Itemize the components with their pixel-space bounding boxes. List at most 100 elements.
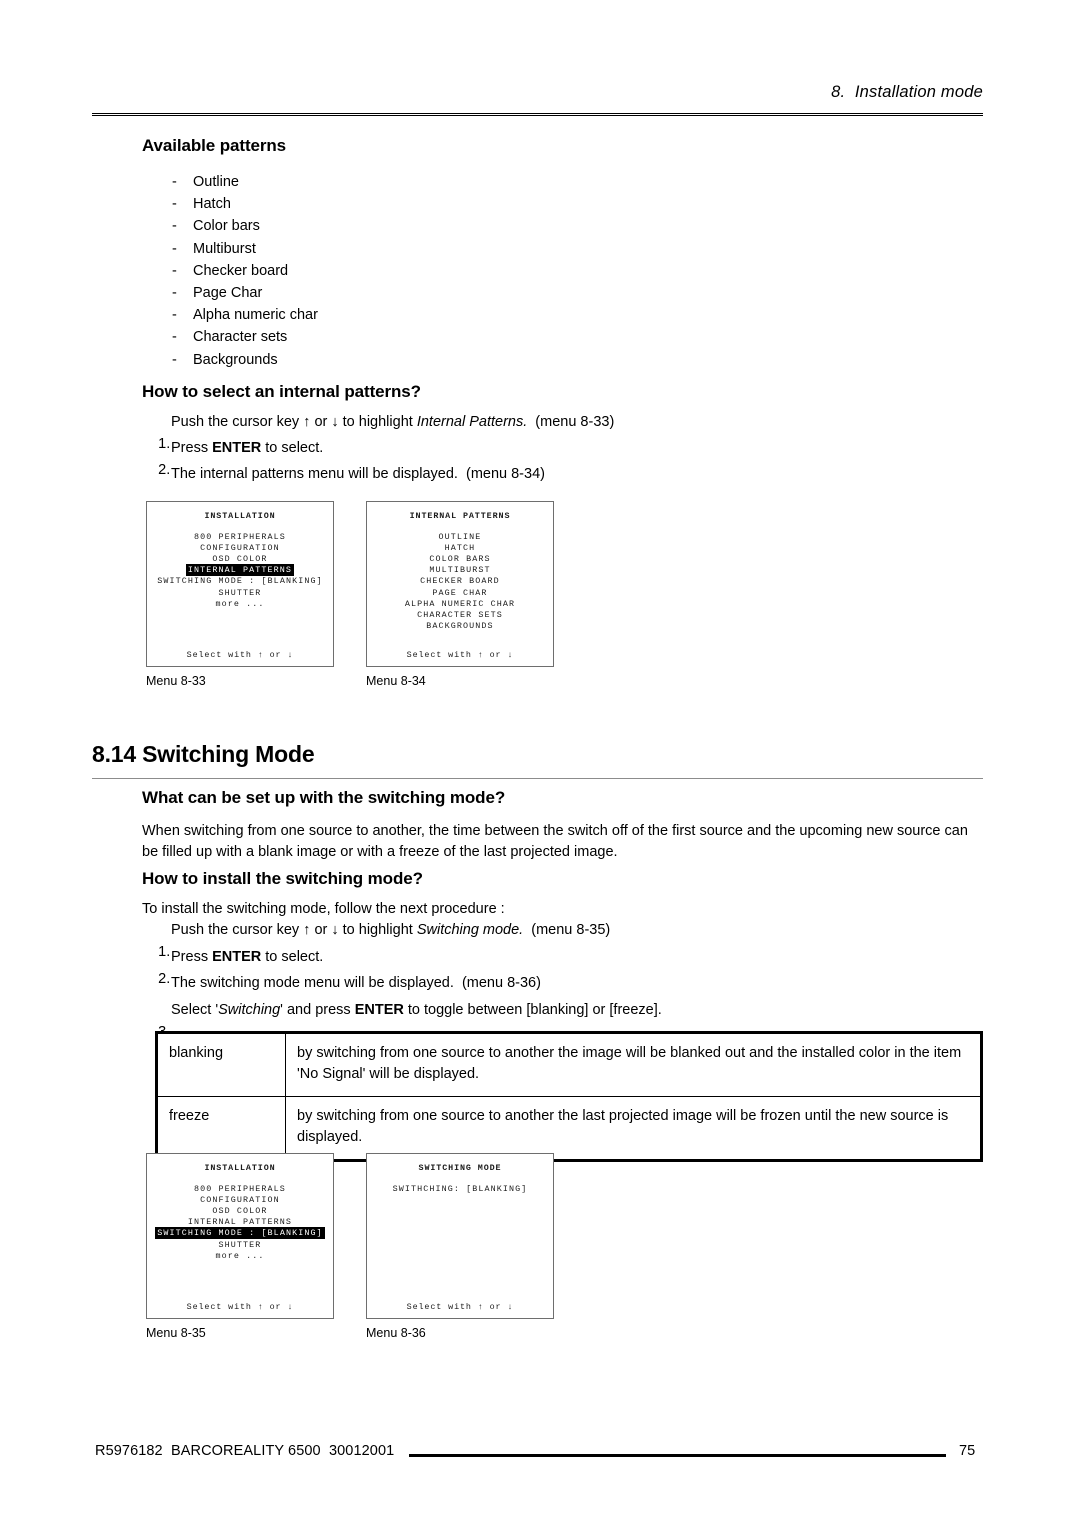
osd-menu-8-33-footer: Select with ↑ or ↓ then <ENTER> <EXIT> t… [147, 627, 333, 666]
install-step-3-text-c: to toggle between [blanking] or [freeze]… [403, 1002, 662, 1018]
osd-menu-item[interactable]: COLOR BARS [367, 554, 553, 565]
osd-menu-8-33-title: INSTALLATION [204, 511, 276, 521]
list-dash-icon: - [172, 196, 177, 213]
osd-menu-item[interactable]: SHUTTER [147, 1240, 333, 1251]
select-step-1-text-a: Push the cursor key ↑ or ↓ to highlight [171, 414, 417, 430]
osd-menu-8-36-title: SWITCHING MODE [418, 1163, 502, 1173]
list-dash-icon: - [172, 218, 177, 235]
osd-menu-item[interactable]: SHUTTER [147, 588, 333, 599]
available-pattern-label: Multiburst [193, 240, 256, 257]
mode-name-cell: freeze [157, 1096, 286, 1160]
mode-description-cell: by switching from one source to another … [285, 1096, 981, 1160]
available-pattern-label: Character sets [193, 329, 288, 346]
install-step-1-emphasis: Switching mode. [416, 922, 524, 938]
document-page: 8. Installation mode Available patterns … [0, 0, 1080, 1528]
osd-menu-item[interactable]: CONFIGURATION [147, 1195, 333, 1206]
switching-mode-table: blanking by switching from one source to … [155, 1031, 983, 1162]
heading-how-to-install-switching-mode: How to install the switching mode? [142, 869, 423, 888]
osd-menu-item-label: SWITCHING MODE : [BLANKING] [155, 1227, 325, 1240]
select-step-1-number: 1. [158, 436, 171, 452]
select-step-2-text: Press ENTER to select. [171, 437, 323, 459]
install-step-1-text-b: (menu 8-35) [523, 922, 611, 938]
osd-menu-item[interactable]: 800 PERIPHERALS [147, 532, 333, 543]
install-step-1-text: Push the cursor key ↑ or ↓ to highlight … [171, 919, 610, 941]
select-step-2-note: The internal patterns menu will be displ… [171, 466, 545, 482]
heading-what-can-be-set-up: What can be set up with the switching mo… [142, 788, 506, 807]
caption-menu-8-35: Menu 8-35 [146, 1326, 206, 1340]
osd-menu-item[interactable]: 800 PERIPHERALS [147, 1184, 333, 1195]
osd-menu-item[interactable]: OUTLINE [367, 532, 553, 543]
select-step-2-number: 2. [158, 462, 171, 478]
osd-menu-item-label: HATCH [444, 543, 476, 554]
available-pattern-label: Color bars [193, 218, 260, 235]
install-step-3-text: Select 'Switching' and press ENTER to to… [171, 999, 662, 1021]
osd-menu-item-label: BACKGROUNDS [426, 620, 494, 631]
osd-menu-item-label: OSD COLOR [212, 554, 268, 565]
how-to-install-intro: To install the switching mode, follow th… [142, 901, 505, 917]
osd-menu-item-label: OSD COLOR [212, 1206, 268, 1217]
available-pattern-label: Backgrounds [193, 351, 278, 368]
list-dash-icon: - [172, 174, 177, 190]
osd-menu-8-35-footer-line1: Select with ↑ or ↓ [186, 1302, 294, 1312]
heading-how-to-select-internal-patterns: How to select an internal patterns? [142, 382, 421, 401]
osd-menu-item-label: SHUTTER [218, 1239, 262, 1250]
osd-menu-item-label: more ... [215, 598, 265, 609]
osd-menu-item[interactable]: CHECKER BOARD [367, 576, 553, 587]
list-dash-icon: - [172, 329, 177, 346]
osd-menu-item-label: SWITHCHING: [BLANKING] [392, 1184, 528, 1194]
osd-menu-item[interactable]: SWITCHING MODE : [BLANKING] [147, 576, 333, 587]
osd-menu-8-34: INTERNAL PATTERNS Select with ↑ or ↓ the… [366, 501, 554, 667]
osd-menu-item-label: INTERNAL PATTERNS [187, 1217, 293, 1228]
osd-menu-8-34-title: INTERNAL PATTERNS [409, 511, 511, 521]
osd-menu-8-36: SWITCHING MODE Select with ↑ or ↓ then <… [366, 1153, 554, 1319]
list-dash-icon: - [172, 307, 177, 324]
install-step-3-text-b: ' and press [280, 1002, 355, 1018]
osd-menu-item[interactable]: CHARACTER SETS [367, 610, 553, 621]
osd-menu-8-35-footer: Select with ↑ or ↓ then <ENTER> <EXIT> t… [147, 1279, 333, 1318]
osd-menu-item-label: ALPHA NUMERIC CHAR [404, 598, 516, 609]
osd-menu-item[interactable]: MULTIBURST [367, 565, 553, 576]
header-divider-rule [92, 112, 983, 116]
osd-menu-item[interactable]: PAGE CHAR [367, 588, 553, 599]
heading-available-patterns: Available patterns [142, 136, 287, 155]
osd-menu-8-33-footer-line1: Select with ↑ or ↓ [186, 650, 294, 660]
osd-menu-8-35-title: INSTALLATION [204, 1163, 276, 1173]
select-step-1-text: Push the cursor key ↑ or ↓ to highlight … [171, 411, 614, 433]
install-step-2-enter-key: ENTER [212, 949, 262, 965]
osd-menu-item-label: CONFIGURATION [200, 543, 280, 554]
osd-menu-item-label: PAGE CHAR [432, 587, 488, 598]
osd-menu-item[interactable]: more ... [147, 1251, 333, 1262]
osd-menu-item-label: SWITCHING MODE : [BLANKING] [157, 576, 323, 587]
osd-menu-8-34-footer-line1: Select with ↑ or ↓ [406, 650, 514, 660]
osd-menu-item-label: more ... [215, 1250, 265, 1261]
install-step-2-text-b: to select. [261, 949, 324, 965]
list-dash-icon: - [172, 351, 177, 368]
table-row: freeze by switching from one source to an… [157, 1096, 981, 1160]
install-step-3-text-a: Select ' [171, 1002, 219, 1018]
available-pattern-label: Page Char [193, 284, 263, 301]
available-pattern-label: Checker board [193, 262, 289, 279]
available-pattern-label: Hatch [193, 196, 231, 213]
osd-menu-item[interactable]: OSD COLOR [147, 1206, 333, 1217]
install-step-2-note: The switching mode menu will be displaye… [171, 975, 541, 991]
osd-menu-item[interactable]: BACKGROUNDS [367, 621, 553, 632]
osd-menu-item-label: OUTLINE [438, 532, 482, 542]
caption-menu-8-33: Menu 8-33 [146, 674, 206, 688]
osd-menu-item-label: CONFIGURATION [200, 1195, 280, 1206]
osd-menu-item-label: CHARACTER SETS [417, 609, 503, 620]
osd-menu-item[interactable]: SWITHCHING: [BLANKING] [367, 1184, 553, 1195]
osd-menu-item[interactable]: INTERNAL PATTERNS [147, 564, 333, 577]
osd-menu-item[interactable]: HATCH [367, 543, 553, 554]
select-step-2-text-b: to select. [261, 440, 324, 456]
osd-menu-item[interactable]: more ... [147, 599, 333, 610]
osd-menu-8-33: INSTALLATION Select with ↑ or ↓ then <EN… [146, 501, 334, 667]
osd-menu-item[interactable]: ALPHA NUMERIC CHAR [367, 599, 553, 610]
select-step-2-enter-key: ENTER [212, 440, 262, 456]
list-dash-icon: - [172, 284, 177, 301]
osd-menu-item-label: SHUTTER [218, 587, 262, 598]
what-can-be-set-paragraph-line2: be filled up with a blank image or with … [142, 844, 618, 860]
osd-menu-item[interactable]: CONFIGURATION [147, 543, 333, 554]
osd-menu-item[interactable]: SWITCHING MODE : [BLANKING] [147, 1227, 333, 1240]
osd-menu-item-label: COLOR BARS [429, 554, 491, 565]
footer-divider-rule [409, 1454, 946, 1457]
